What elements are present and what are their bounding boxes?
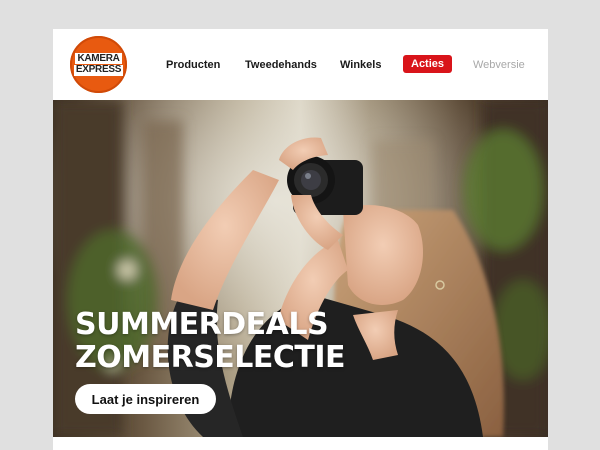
nav-winkels[interactable]: Winkels <box>340 59 381 71</box>
nav-producten[interactable]: Producten <box>166 59 220 71</box>
inspire-button[interactable]: Laat je inspireren <box>75 384 216 414</box>
hero-banner[interactable]: SUMMERDEALS ZOMERSELECTIE Laat je inspir… <box>53 100 548 437</box>
hero-title: SUMMERDEALS ZOMERSELECTIE <box>75 307 346 375</box>
email-header: KAMERA EXPRESS Producten Tweedehands Win… <box>53 29 548 100</box>
main-nav: Producten Tweedehands Winkels Acties Web… <box>53 29 548 100</box>
hero-title-line2: ZOMERSELECTIE <box>75 340 346 375</box>
nav-acties-button[interactable]: Acties <box>403 55 453 73</box>
content-strip <box>53 437 548 450</box>
email-container: KAMERA EXPRESS Producten Tweedehands Win… <box>53 29 548 450</box>
nav-webversie-link[interactable]: Webversie <box>473 59 525 71</box>
hero-title-line1: SUMMERDEALS <box>75 307 329 342</box>
nav-tweedehands[interactable]: Tweedehands <box>245 59 317 71</box>
